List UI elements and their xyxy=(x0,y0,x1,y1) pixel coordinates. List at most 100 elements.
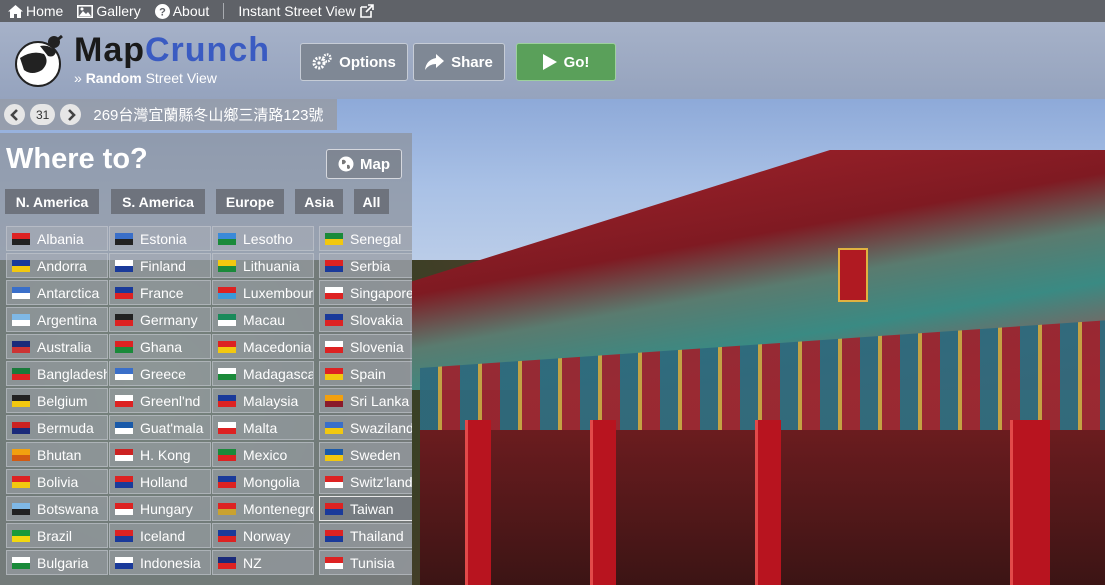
flag-icon xyxy=(115,286,133,299)
country-france[interactable]: France xyxy=(109,280,211,305)
flag-icon xyxy=(115,232,133,245)
country-hungary[interactable]: Hungary xyxy=(109,496,211,521)
country-madagascar[interactable]: Madagascar xyxy=(212,361,314,386)
country-macau[interactable]: Macau xyxy=(212,307,314,332)
flag-icon xyxy=(325,340,343,353)
country-montenegro[interactable]: Montenegro xyxy=(212,496,314,521)
flag-icon xyxy=(325,313,343,326)
country-senegal[interactable]: Senegal xyxy=(319,226,412,251)
country-australia[interactable]: Australia xyxy=(6,334,108,359)
go-button[interactable]: Go! xyxy=(516,43,616,81)
country-label: Hungary xyxy=(140,500,193,517)
nav-home-label: Home xyxy=(26,3,64,19)
options-button[interactable]: Options xyxy=(300,43,408,81)
country-holland[interactable]: Holland xyxy=(109,469,211,494)
country-serbia[interactable]: Serbia xyxy=(319,253,412,278)
country-mexico[interactable]: Mexico xyxy=(212,442,314,467)
share-arrow-icon xyxy=(425,54,445,70)
country-greenl-nd[interactable]: Greenl'nd xyxy=(109,388,211,413)
country-label: Malta xyxy=(243,419,278,436)
country-greece[interactable]: Greece xyxy=(109,361,211,386)
country-slovakia[interactable]: Slovakia xyxy=(319,307,412,332)
country-malaysia[interactable]: Malaysia xyxy=(212,388,314,413)
country-tunisia[interactable]: Tunisia xyxy=(319,550,412,575)
country-taiwan[interactable]: Taiwan xyxy=(319,496,412,521)
region-europe[interactable]: Europe xyxy=(216,189,284,214)
country-belgium[interactable]: Belgium xyxy=(6,388,108,413)
top-nav: Home Gallery ? About Instant Street View xyxy=(0,0,1105,22)
country-lesotho[interactable]: Lesotho xyxy=(212,226,314,251)
flag-icon xyxy=(218,556,236,569)
country-swaziland[interactable]: Swaziland xyxy=(319,415,412,440)
flag-icon xyxy=(115,448,133,461)
flag-icon xyxy=(325,367,343,380)
country-botswana[interactable]: Botswana xyxy=(6,496,108,521)
country-bhutan[interactable]: Bhutan xyxy=(6,442,108,467)
country-sweden[interactable]: Sweden xyxy=(319,442,412,467)
country-nz[interactable]: NZ xyxy=(212,550,314,575)
flag-icon xyxy=(12,259,30,272)
region-s-america[interactable]: S. America xyxy=(111,189,205,214)
country-malta[interactable]: Malta xyxy=(212,415,314,440)
country-label: Indonesia xyxy=(140,554,201,571)
flag-icon xyxy=(218,340,236,353)
nav-home[interactable]: Home xyxy=(8,3,63,19)
country-finland[interactable]: Finland xyxy=(109,253,211,278)
country-bolivia[interactable]: Bolivia xyxy=(6,469,108,494)
country-brazil[interactable]: Brazil xyxy=(6,523,108,548)
country-lithuania[interactable]: Lithuania xyxy=(212,253,314,278)
country-albania[interactable]: Albania xyxy=(6,226,108,251)
country-ghana[interactable]: Ghana xyxy=(109,334,211,359)
nav-instant-street-view[interactable]: Instant Street View xyxy=(238,3,376,19)
country-slovenia[interactable]: Slovenia xyxy=(319,334,412,359)
region-all[interactable]: All xyxy=(354,189,389,214)
next-button[interactable] xyxy=(60,104,82,125)
country-mongolia[interactable]: Mongolia xyxy=(212,469,314,494)
map-button[interactable]: Map xyxy=(326,149,402,179)
country-spain[interactable]: Spain xyxy=(319,361,412,386)
country-estonia[interactable]: Estonia xyxy=(109,226,211,251)
country-thailand[interactable]: Thailand xyxy=(319,523,412,548)
country-bangladesh[interactable]: Bangladesh xyxy=(6,361,108,386)
tagline-rest: Street View xyxy=(141,70,217,86)
country-label: Mexico xyxy=(243,446,288,463)
country-label: Spain xyxy=(350,365,386,382)
country-iceland[interactable]: Iceland xyxy=(109,523,211,548)
country-label: Bermuda xyxy=(37,419,94,436)
flag-icon xyxy=(115,340,133,353)
country-sri-lanka[interactable]: Sri Lanka xyxy=(319,388,412,413)
nav-about[interactable]: ? About xyxy=(154,3,209,19)
country-h-kong[interactable]: H. Kong xyxy=(109,442,211,467)
flag-icon xyxy=(325,529,343,542)
region-n-america[interactable]: N. America xyxy=(5,189,99,214)
country-andorra[interactable]: Andorra xyxy=(6,253,108,278)
country-label: France xyxy=(140,284,184,301)
country-bermuda[interactable]: Bermuda xyxy=(6,415,108,440)
country-germany[interactable]: Germany xyxy=(109,307,211,332)
mapcrunch-logo[interactable] xyxy=(10,32,70,88)
flag-icon xyxy=(218,475,236,488)
brand-name: MapCrunch xyxy=(74,32,270,68)
country-luxembourg[interactable]: Luxembourg xyxy=(212,280,314,305)
country-argentina[interactable]: Argentina xyxy=(6,307,108,332)
region-asia[interactable]: Asia xyxy=(295,189,343,214)
country-indonesia[interactable]: Indonesia xyxy=(109,550,211,575)
country-label: Botswana xyxy=(37,500,99,517)
country-label: Argentina xyxy=(37,311,97,328)
country-label: Lithuania xyxy=(243,257,300,274)
country-antarctica[interactable]: Antarctica xyxy=(6,280,108,305)
share-button[interactable]: Share xyxy=(413,43,505,81)
country-singapore[interactable]: Singapore xyxy=(319,280,412,305)
country-macedonia[interactable]: Macedonia xyxy=(212,334,314,359)
where-to-panel: Where to? Map N. America S. America Euro… xyxy=(0,133,412,585)
country-bulgaria[interactable]: Bulgaria xyxy=(6,550,108,575)
country-label: Germany xyxy=(140,311,198,328)
nav-gallery[interactable]: Gallery xyxy=(77,3,141,19)
flag-icon xyxy=(218,232,236,245)
country-norway[interactable]: Norway xyxy=(212,523,314,548)
country-switz-land[interactable]: Switz'land xyxy=(319,469,412,494)
previous-button[interactable] xyxy=(4,104,25,125)
location-counter: 31 xyxy=(30,104,56,125)
tagline-bold: Random xyxy=(85,70,142,86)
country-guat-mala[interactable]: Guat'mala xyxy=(109,415,211,440)
